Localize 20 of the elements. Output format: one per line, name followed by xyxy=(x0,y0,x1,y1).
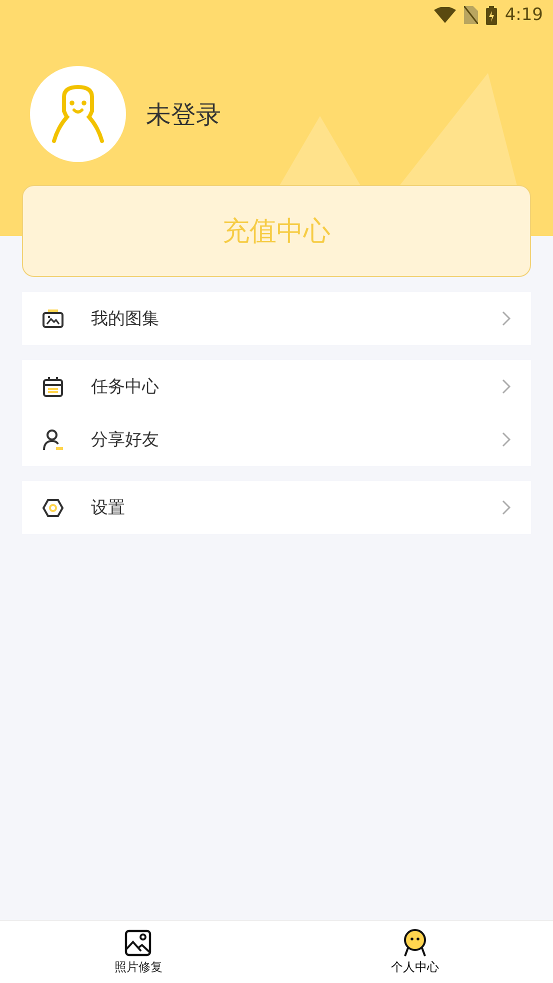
settings-icon xyxy=(42,498,64,518)
chevron-right-icon xyxy=(502,500,511,515)
login-status[interactable]: 未登录 xyxy=(146,98,221,130)
nav-tab[interactable]: 个人中心 xyxy=(354,921,475,983)
nav-tab[interactable]: 照片修复 xyxy=(78,921,198,983)
menu-item[interactable]: 我的图集 xyxy=(22,292,531,345)
calendar-icon xyxy=(42,376,64,398)
wifi-icon xyxy=(434,7,456,23)
menu-item[interactable]: 任务中心 xyxy=(22,360,531,413)
menu-item[interactable]: 设置 xyxy=(22,481,531,534)
battery-charging-icon xyxy=(486,6,497,24)
album-icon xyxy=(42,308,64,328)
person-icon xyxy=(42,428,64,450)
status-time: 4:19 xyxy=(504,5,543,25)
no-sim-icon xyxy=(464,6,478,24)
chevron-right-icon xyxy=(502,311,511,326)
menu-item[interactable]: 分享好友 xyxy=(22,413,531,466)
chevron-right-icon xyxy=(502,379,511,394)
chevron-right-icon xyxy=(502,432,511,447)
image-icon xyxy=(124,928,152,956)
